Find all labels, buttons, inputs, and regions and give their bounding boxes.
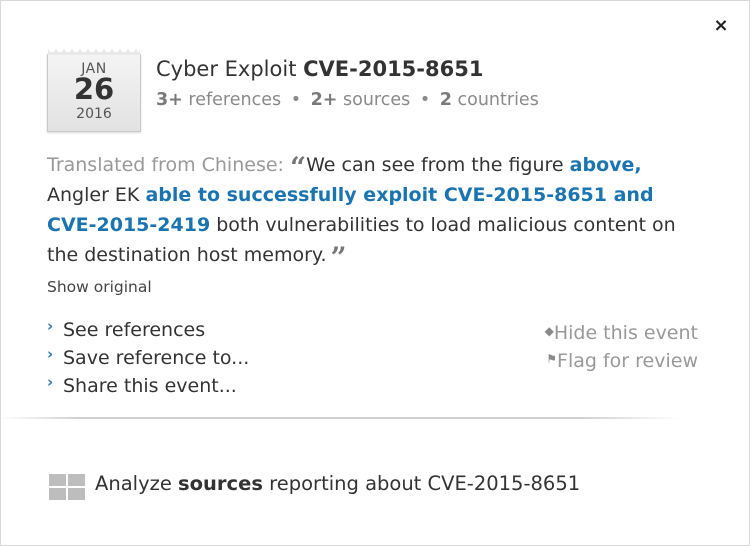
event-stats: 3+ references • 2+ sources • 2 countries bbox=[156, 90, 539, 110]
calendar-date: JAN 26 2016 bbox=[47, 49, 141, 132]
event-type: Cyber Exploit bbox=[156, 57, 297, 81]
quote-text: Angler EK bbox=[47, 184, 140, 206]
close-quote-icon: ” bbox=[330, 241, 347, 274]
countries-count: 2 bbox=[439, 90, 452, 110]
see-references-label: See references bbox=[63, 319, 206, 341]
see-references-link[interactable]: › See references bbox=[47, 317, 206, 341]
event-quote: Translated from Chinese: “We can see fro… bbox=[47, 150, 687, 272]
hide-event-label: Hide this event bbox=[553, 322, 698, 344]
flag-review-button[interactable]: ⚑Flag for review bbox=[540, 347, 698, 375]
quote-text: We can see from the figure bbox=[306, 154, 564, 176]
quote-highlight: above, bbox=[569, 154, 642, 176]
analyze-suffix: reporting about CVE-2015-8651 bbox=[269, 472, 581, 495]
show-original-link[interactable]: Show original bbox=[47, 278, 152, 296]
share-event-link[interactable]: › Share this event... bbox=[47, 373, 237, 397]
analyze-sources-link[interactable]: Analyze sources reporting about CVE-2015… bbox=[95, 472, 580, 495]
chevron-right-icon: › bbox=[47, 345, 54, 363]
calendar-day: 26 bbox=[73, 72, 115, 106]
calendar-year: 2016 bbox=[76, 106, 112, 122]
sources-label: sources bbox=[343, 90, 411, 110]
grid-icon[interactable] bbox=[49, 474, 85, 500]
eraser-icon: ◆ bbox=[544, 324, 554, 338]
event-title: Cyber Exploit CVE-2015-8651 bbox=[156, 57, 483, 81]
flag-icon: ⚑ bbox=[546, 352, 558, 366]
sources-count: 2+ bbox=[310, 90, 338, 110]
countries-label: countries bbox=[457, 90, 539, 110]
hide-event-button[interactable]: ◆Hide this event bbox=[540, 319, 698, 347]
event-secondary-actions: ◆Hide this event ⚑Flag for review bbox=[540, 319, 698, 375]
share-event-label: Share this event... bbox=[63, 375, 237, 397]
event-cve[interactable]: CVE-2015-8651 bbox=[303, 57, 483, 81]
open-quote-icon: “ bbox=[289, 151, 307, 184]
references-count: 3+ bbox=[156, 90, 183, 110]
save-reference-link[interactable]: › Save reference to... bbox=[47, 345, 250, 369]
separator: • bbox=[419, 90, 431, 110]
calendar-torn-edge bbox=[48, 49, 140, 55]
divider bbox=[0, 417, 680, 419]
flag-review-label: Flag for review bbox=[557, 350, 698, 372]
chevron-right-icon: › bbox=[47, 373, 54, 391]
translated-label: Translated from Chinese: bbox=[47, 154, 284, 176]
analyze-bold: sources bbox=[178, 472, 263, 495]
references-label: references bbox=[188, 90, 282, 110]
save-reference-label: Save reference to... bbox=[63, 347, 250, 369]
chevron-right-icon: › bbox=[47, 317, 54, 335]
close-icon[interactable]: × bbox=[712, 16, 730, 36]
separator: • bbox=[290, 90, 302, 110]
analyze-prefix: Analyze bbox=[95, 472, 172, 495]
